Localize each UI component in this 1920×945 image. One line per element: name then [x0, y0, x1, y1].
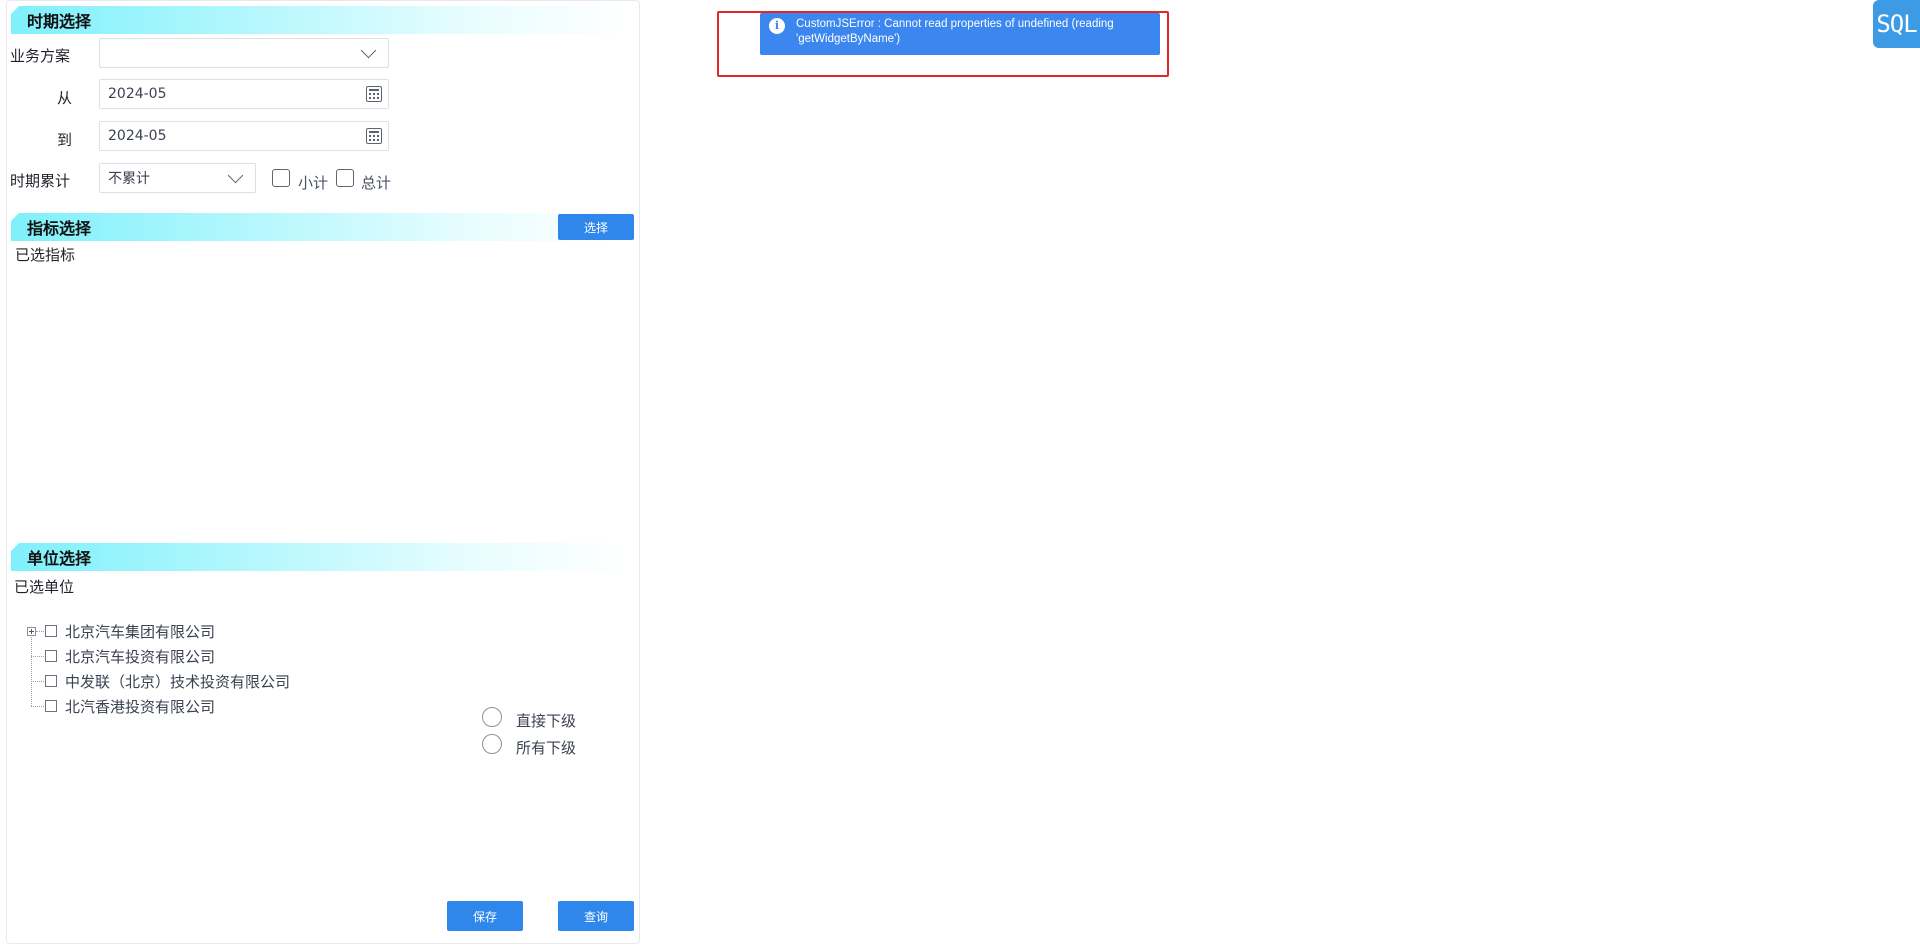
query-panel: 时期选择 业务方案 从 2024-05 到 2024-05 时期累计 不累计 小…: [6, 0, 640, 944]
from-date-input[interactable]: 2024-05: [99, 79, 389, 109]
tree-node[interactable]: 北京汽车投资有限公司: [45, 646, 215, 666]
to-date-input[interactable]: 2024-05: [99, 121, 389, 151]
toast-message: CustomJSError : Cannot read properties o…: [796, 18, 1114, 45]
selected-units-label: 已选单位: [14, 578, 75, 596]
accumulate-select[interactable]: 不累计: [99, 163, 256, 193]
indicator-section-header: 指标选择: [11, 213, 631, 241]
subtotal-checkbox[interactable]: [272, 169, 290, 187]
select-indicator-button[interactable]: 选择: [558, 214, 634, 240]
tree-node-checkbox[interactable]: [45, 675, 57, 687]
tree-node-checkbox[interactable]: [45, 650, 57, 662]
accumulate-label: 时期累计: [10, 172, 71, 190]
tree-node-label: 中发联（北京）技术投资有限公司: [65, 672, 291, 691]
tree-node[interactable]: 中发联（北京）技术投资有限公司: [45, 671, 290, 691]
business-plan-select[interactable]: [99, 38, 389, 68]
unit-section-title: 单位选择: [27, 549, 92, 568]
tree-node[interactable]: 北汽香港投资有限公司: [45, 696, 215, 716]
error-toast[interactable]: i CustomJSError : Cannot read properties…: [760, 13, 1160, 55]
sql-button[interactable]: SQL: [1873, 0, 1920, 48]
subtotal-label: 小计: [298, 174, 329, 192]
to-date-value: 2024-05: [108, 128, 167, 144]
direct-subordinate-label: 直接下级: [516, 712, 577, 730]
period-section-title: 时期选择: [27, 12, 92, 31]
tree-node-checkbox[interactable]: [45, 700, 57, 712]
tree-node[interactable]: 北京汽车集团有限公司: [45, 621, 215, 641]
tree-node-checkbox[interactable]: [45, 625, 57, 637]
total-checkbox[interactable]: [336, 169, 354, 187]
tree-node-label: 北京汽车投资有限公司: [65, 647, 216, 666]
chevron-down-icon: [227, 167, 244, 184]
unit-section-header: 单位选择: [11, 543, 631, 571]
accumulate-value: 不累计: [108, 171, 150, 187]
period-section-header: 时期选择: [11, 6, 631, 34]
direct-subordinate-radio[interactable]: [482, 707, 502, 727]
selected-indicators-label: 已选指标: [15, 246, 76, 264]
from-date-value: 2024-05: [108, 86, 167, 102]
query-button[interactable]: 查询: [558, 901, 634, 931]
from-label: 从: [57, 89, 73, 107]
calendar-icon[interactable]: [366, 128, 382, 144]
indicator-section-title: 指标选择: [27, 219, 92, 238]
save-button[interactable]: 保存: [447, 901, 523, 931]
sql-label: SQL: [1876, 10, 1917, 38]
to-label: 到: [57, 131, 73, 149]
total-label: 总计: [361, 174, 392, 192]
business-plan-label: 业务方案: [10, 47, 71, 65]
all-subordinate-radio[interactable]: [482, 734, 502, 754]
tree-node-label: 北汽香港投资有限公司: [65, 697, 216, 716]
all-subordinate-label: 所有下级: [516, 739, 577, 757]
chevron-down-icon: [360, 42, 377, 59]
tree-node-label: 北京汽车集团有限公司: [65, 622, 216, 641]
calendar-icon[interactable]: [366, 86, 382, 102]
expand-plus-icon[interactable]: [27, 627, 36, 636]
tree-connector: [31, 630, 32, 706]
info-icon: i: [769, 18, 785, 34]
